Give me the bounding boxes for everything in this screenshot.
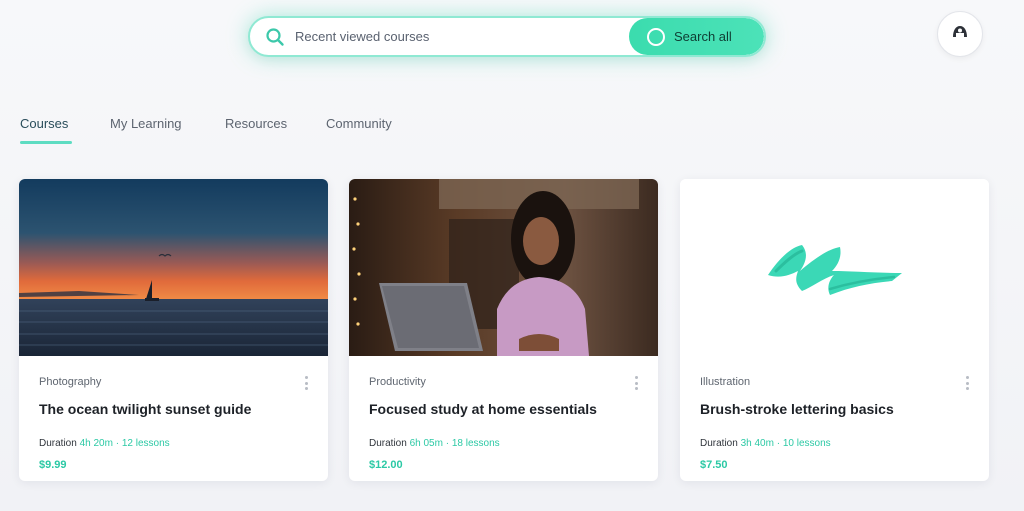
card-category: Photography (39, 376, 102, 388)
card-meta-label: Duration (369, 438, 407, 449)
card-category: Illustration (700, 376, 751, 388)
search-bar: Search all (248, 16, 766, 57)
card-meta-value: 6h 05m · 18 lessons (409, 438, 500, 449)
student-laptop-image (349, 179, 658, 356)
circle-icon (647, 27, 665, 46)
card-price: $7.50 (700, 459, 728, 471)
avatar[interactable] (937, 11, 983, 57)
tab-courses[interactable]: Courses (20, 116, 68, 131)
card-meta: Duration 4h 20m · 12 lessons (39, 438, 308, 449)
card-price: $12.00 (369, 459, 403, 471)
card-title: The ocean twilight sunset guide (39, 401, 252, 417)
more-options-icon[interactable] (963, 376, 971, 390)
card-meta: Duration 6h 05m · 18 lessons (369, 438, 638, 449)
search-input[interactable] (295, 29, 595, 44)
more-options-icon[interactable] (302, 376, 310, 390)
course-card[interactable]: Illustration Brush-stroke lettering basi… (680, 179, 989, 481)
search-all-label: Search all (674, 29, 732, 44)
course-card[interactable]: Photography The ocean twilight sunset gu… (19, 179, 328, 481)
card-meta-value: 4h 20m · 12 lessons (79, 438, 170, 449)
page: Search all Courses My Learning Resources… (0, 0, 1024, 511)
card-price: $9.99 (39, 459, 67, 471)
tab-resources[interactable]: Resources (225, 116, 287, 131)
tab-community[interactable]: Community (326, 116, 392, 131)
sunset-sea-image (19, 179, 328, 356)
search-icon (265, 27, 285, 47)
card-title: Focused study at home essentials (369, 401, 597, 417)
search-all-button[interactable]: Search all (629, 18, 764, 55)
card-title: Brush-stroke lettering basics (700, 401, 894, 417)
tab-my-learning[interactable]: My Learning (110, 116, 182, 131)
search-field[interactable] (250, 18, 629, 55)
card-meta: Duration 3h 40m · 10 lessons (700, 438, 969, 449)
card-meta-label: Duration (700, 438, 738, 449)
user-icon (950, 22, 970, 47)
card-category: Productivity (369, 376, 426, 388)
more-options-icon[interactable] (632, 376, 640, 390)
card-meta-value: 3h 40m · 10 lessons (740, 438, 831, 449)
card-meta-label: Duration (39, 438, 77, 449)
brush-stroke-image (680, 179, 989, 356)
active-tab-indicator (20, 141, 72, 144)
course-card[interactable]: Productivity Focused study at home essen… (349, 179, 658, 481)
